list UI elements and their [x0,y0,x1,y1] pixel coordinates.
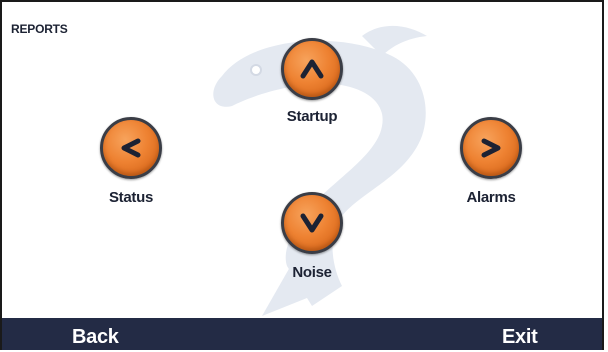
status-label: Status [108,189,154,206]
noise-label: Noise [292,264,332,281]
chevron-up-icon [300,59,324,79]
startup-button[interactable]: Startup [281,38,343,125]
back-button[interactable]: Back [72,326,119,349]
alarms-button[interactable]: Alarms [460,117,522,206]
softkey-bar: Back Exit [2,318,602,350]
chevron-right-icon [481,138,501,158]
startup-label: Startup [286,108,338,125]
reports-screen: REPORTS Startup Status Alarms Noise Back… [0,0,604,350]
noise-button[interactable]: Noise [281,192,343,281]
circle-button[interactable] [460,117,522,179]
exit-button[interactable]: Exit [502,326,538,349]
chevron-down-icon [300,213,324,233]
alarms-label: Alarms [466,189,516,206]
status-button[interactable]: Status [100,117,162,206]
circle-button[interactable] [281,38,343,100]
page-title: REPORTS [11,22,68,36]
chevron-left-icon [121,138,141,158]
circle-button[interactable] [281,192,343,254]
circle-button[interactable] [100,117,162,179]
